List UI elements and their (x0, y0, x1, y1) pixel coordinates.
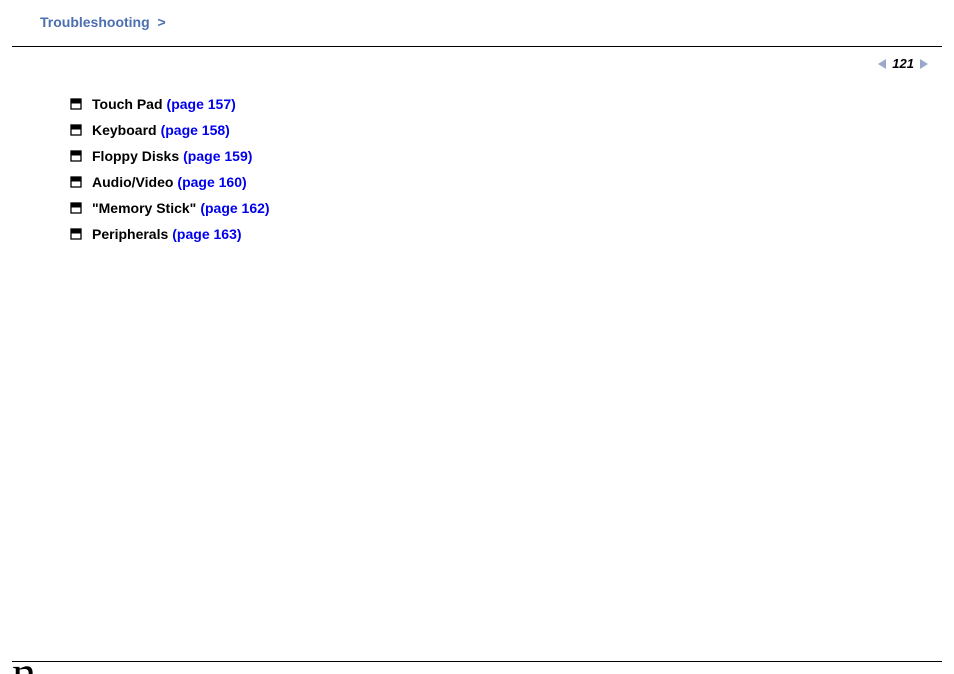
item-label: Floppy Disks (92, 149, 179, 163)
hollow-square-bullet-icon (70, 202, 82, 214)
breadcrumb[interactable]: Troubleshooting > (40, 14, 166, 30)
item-label: "Memory Stick" (92, 201, 196, 215)
prev-page-arrow-icon[interactable] (878, 59, 886, 69)
page-reference-link[interactable]: (page 162) (200, 201, 269, 215)
hollow-square-bullet-icon (70, 176, 82, 188)
list-item: Keyboard (page 158) (70, 123, 954, 137)
hollow-square-bullet-icon (70, 124, 82, 136)
page-reference-link[interactable]: (page 160) (177, 175, 246, 189)
footer-rule (12, 661, 942, 662)
page-reference-link[interactable]: (page 163) (172, 227, 241, 241)
breadcrumb-separator: > (158, 14, 166, 30)
item-label: Keyboard (92, 123, 157, 137)
next-page-arrow-icon[interactable] (920, 59, 928, 69)
page-header: Troubleshooting > (12, 0, 942, 47)
hollow-square-bullet-icon (70, 98, 82, 110)
list-item: Audio/Video (page 160) (70, 175, 954, 189)
page: Troubleshooting > 121 Touch Pad (page 15… (0, 0, 954, 674)
page-navigation: 121 (878, 56, 928, 71)
footer-letter: n (12, 650, 36, 674)
list-item: "Memory Stick" (page 162) (70, 201, 954, 215)
hollow-square-bullet-icon (70, 228, 82, 240)
page-reference-link[interactable]: (page 159) (183, 149, 252, 163)
page-reference-link[interactable]: (page 157) (167, 97, 236, 111)
item-label: Peripherals (92, 227, 168, 241)
item-label: Touch Pad (92, 97, 163, 111)
breadcrumb-section: Troubleshooting (40, 14, 150, 30)
list-item: Touch Pad (page 157) (70, 97, 954, 111)
hollow-square-bullet-icon (70, 150, 82, 162)
page-reference-link[interactable]: (page 158) (161, 123, 230, 137)
content-list: Touch Pad (page 157) Keyboard (page 158)… (0, 47, 954, 241)
item-label: Audio/Video (92, 175, 173, 189)
list-item: Peripherals (page 163) (70, 227, 954, 241)
page-number: 121 (892, 56, 914, 71)
list-item: Floppy Disks (page 159) (70, 149, 954, 163)
